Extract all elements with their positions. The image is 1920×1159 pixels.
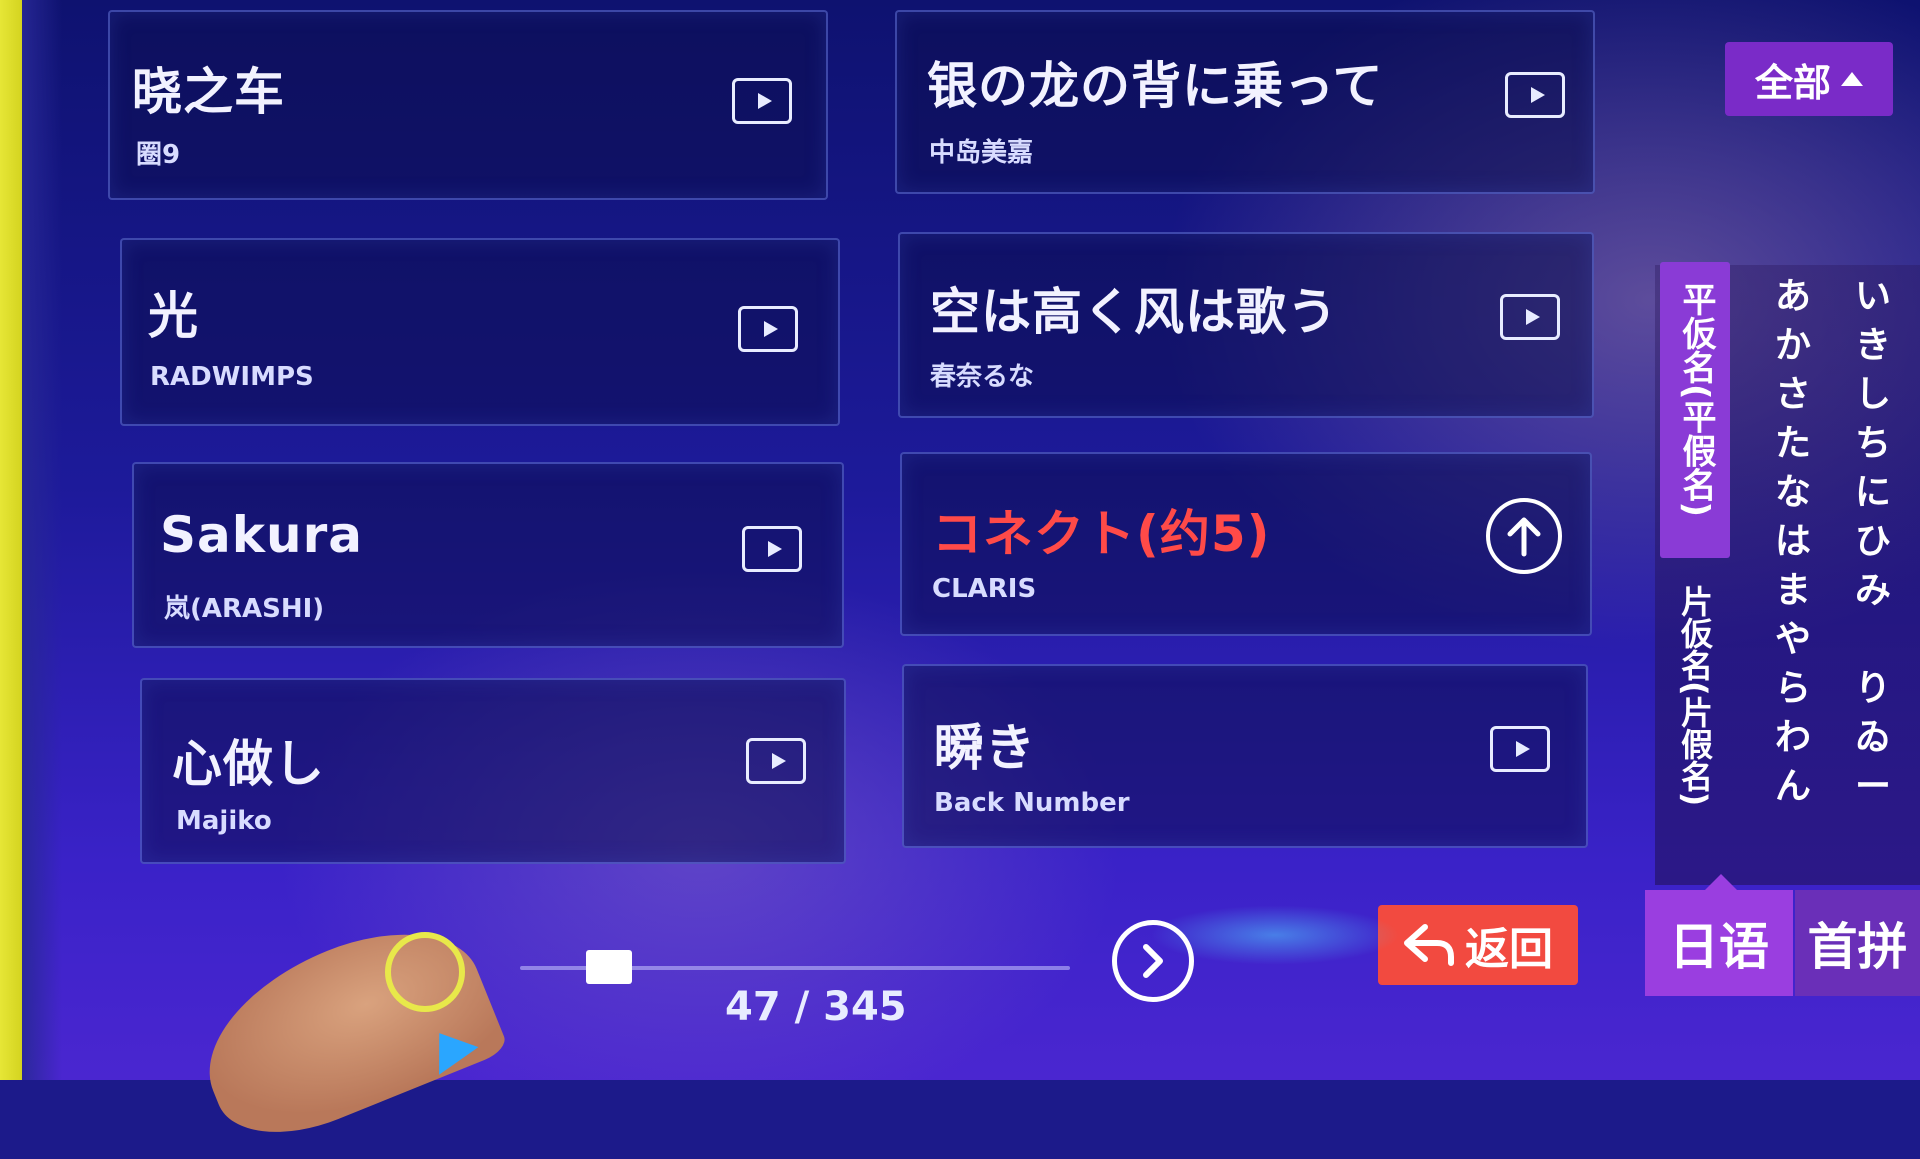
chevron-right-icon — [1143, 944, 1163, 978]
kana-column-i: い き し ち に ひ み り ゐ ー — [1855, 272, 1891, 811]
song-title: 银の龙の背に乗って — [927, 57, 1384, 115]
kana-key[interactable]: ち — [1855, 419, 1891, 468]
page-counter: 47 / 345 — [725, 984, 907, 1030]
song-title: Sakura — [160, 506, 363, 564]
device-bezel — [0, 0, 22, 1080]
kana-key[interactable]: あ — [1775, 272, 1811, 321]
play-preview-icon[interactable] — [1500, 294, 1560, 340]
song-artist: 春奈るな — [930, 362, 1035, 392]
song-artist: Back Number — [934, 788, 1130, 818]
karaoke-screen: 晓之车 圈9 光 RADWIMPS Sakura 岚(ARASHI) 心做し M… — [0, 0, 1920, 1159]
song-title: 空は高く风は歌う — [930, 283, 1338, 341]
play-preview-icon[interactable] — [742, 526, 802, 572]
song-artist: RADWIMPS — [150, 362, 314, 392]
play-preview-icon[interactable] — [732, 78, 792, 124]
song-card-queued[interactable]: コネクト(约5) CLARIS — [900, 452, 1592, 636]
song-card[interactable]: Sakura 岚(ARASHI) — [132, 462, 844, 648]
tab-hiragana[interactable]: 平仮名(平假名) — [1660, 262, 1730, 558]
kana-key[interactable]: ら — [1775, 664, 1811, 713]
caret-up-icon — [1841, 72, 1863, 86]
kana-key[interactable]: い — [1855, 272, 1891, 321]
play-preview-icon[interactable] — [1490, 726, 1550, 772]
play-preview-icon[interactable] — [1505, 72, 1565, 118]
song-card[interactable]: 瞬き Back Number — [902, 664, 1588, 848]
move-to-top-icon[interactable] — [1486, 498, 1562, 574]
back-arrow-icon — [1404, 924, 1454, 966]
kana-key[interactable]: さ — [1775, 370, 1811, 419]
tab-pointer — [1705, 874, 1737, 890]
song-title: 心做し — [172, 735, 325, 793]
kana-key[interactable]: ん — [1775, 762, 1811, 811]
song-card[interactable]: 心做し Majiko — [140, 678, 846, 864]
page-slider-thumb[interactable] — [586, 950, 632, 984]
kana-key[interactable]: わ — [1775, 713, 1811, 762]
kana-key[interactable]: な — [1775, 468, 1811, 517]
song-title: 晓之车 — [132, 63, 285, 121]
kana-key[interactable]: か — [1775, 321, 1811, 370]
kana-key[interactable]: た — [1775, 419, 1811, 468]
play-preview-icon[interactable] — [738, 306, 798, 352]
prev-page-button[interactable] — [385, 932, 465, 1012]
song-title: 瞬き — [934, 719, 1036, 777]
kana-key[interactable]: ひ — [1855, 517, 1891, 566]
song-artist: 岚(ARASHI) — [164, 594, 325, 624]
bezel-shadow — [22, 0, 62, 1080]
tab-hiragana-label: 平仮名(平假名) — [1676, 282, 1716, 518]
song-title: コネクト(约5) — [932, 505, 1271, 563]
kana-key[interactable]: ゐ — [1855, 713, 1891, 762]
song-card[interactable]: 银の龙の背に乗って 中岛美嘉 — [895, 10, 1595, 194]
return-button[interactable]: 返回 — [1378, 905, 1578, 985]
kana-key[interactable]: や — [1775, 615, 1811, 664]
filter-all-button[interactable]: 全部 — [1725, 42, 1893, 116]
tab-japanese[interactable]: 日语 — [1645, 890, 1793, 996]
song-artist: 圈9 — [136, 140, 181, 170]
song-artist: Majiko — [176, 806, 272, 836]
return-label: 返回 — [1465, 924, 1553, 975]
next-page-button[interactable] — [1112, 920, 1194, 1002]
song-artist: 中岛美嘉 — [929, 138, 1034, 168]
kana-key[interactable]: ー — [1855, 762, 1891, 811]
play-preview-icon[interactable] — [746, 738, 806, 784]
kana-key[interactable]: み — [1855, 566, 1891, 615]
filter-label: 全部 — [1754, 60, 1831, 105]
tab-initials[interactable]: 首拼 — [1795, 890, 1920, 996]
kana-key[interactable]: に — [1855, 468, 1891, 517]
song-card[interactable]: 光 RADWIMPS — [120, 238, 840, 426]
song-card[interactable]: 空は高く风は歌う 春奈るな — [898, 232, 1594, 418]
kana-key[interactable]: は — [1775, 517, 1811, 566]
song-card[interactable]: 晓之车 圈9 — [108, 10, 828, 200]
tab-katakana[interactable]: 片仮名(片假名) — [1672, 585, 1718, 806]
kana-column-a: あ か さ た な は ま や ら わ ん — [1775, 272, 1811, 811]
kana-key[interactable]: し — [1855, 370, 1891, 419]
song-artist: CLARIS — [932, 574, 1037, 604]
kana-key[interactable]: き — [1855, 321, 1891, 370]
song-title: 光 — [148, 287, 199, 345]
kana-key[interactable]: ま — [1775, 566, 1811, 615]
kana-key[interactable]: り — [1855, 664, 1891, 713]
